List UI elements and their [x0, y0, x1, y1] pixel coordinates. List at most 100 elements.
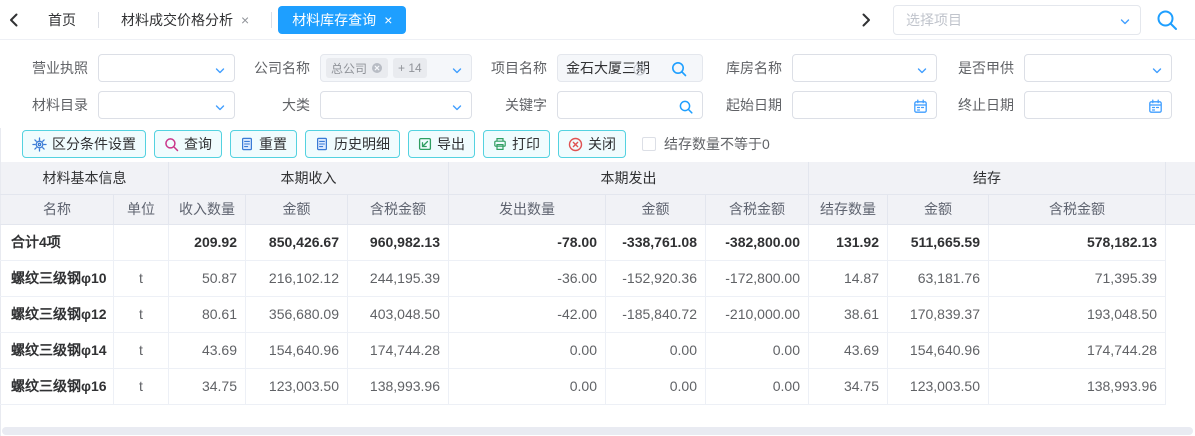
keyword-label: 关键字 [489, 95, 547, 115]
value-cell: 154,640.96 [246, 332, 348, 368]
value-cell: 38.61 [809, 296, 888, 332]
chevron-down-icon [916, 64, 928, 82]
close-button[interactable]: 关闭 [558, 130, 626, 158]
start-date-label: 起始日期 [724, 95, 782, 115]
value-cell: 71,395.39 [989, 260, 1166, 296]
tab-material-inventory-query-active[interactable]: 材料库存查询 × [278, 6, 406, 34]
warehouse-name-select[interactable] [792, 54, 937, 82]
tag-remove-icon[interactable] [371, 62, 383, 74]
tab-label: 首页 [48, 12, 76, 28]
filler-cell [1166, 368, 1195, 404]
column-header-balance-qty: 结存数量 [809, 194, 888, 224]
company-name-label: 公司名称 [252, 58, 310, 78]
value-cell: -185,840.72 [606, 296, 706, 332]
value-cell: t [114, 368, 169, 404]
reset-button[interactable]: 重置 [230, 130, 297, 158]
column-header-issue-qty: 发出数量 [449, 194, 606, 224]
company-name-multiselect[interactable]: 总公司 + 14 [320, 54, 472, 82]
business-license-select[interactable] [98, 54, 235, 82]
export-icon [418, 137, 432, 151]
value-cell: 0.00 [449, 332, 606, 368]
value-cell: -78.00 [449, 224, 606, 260]
tab-label: 材料成交价格分析 [121, 12, 233, 28]
history-detail-button[interactable]: 历史明细 [305, 130, 400, 158]
horizontal-scrollbar[interactable] [2, 427, 1193, 435]
filler-cell [1166, 162, 1195, 194]
material-name-cell: 螺纹三级钢φ14 [1, 332, 114, 368]
project-select[interactable]: 选择项目 [893, 5, 1141, 35]
search-icon [1155, 8, 1179, 32]
button-label: 重置 [259, 134, 287, 154]
value-cell: 123,003.50 [246, 368, 348, 404]
tabs-scroll-right-button[interactable] [853, 0, 879, 40]
button-label: 导出 [437, 134, 465, 154]
value-cell: 43.69 [809, 332, 888, 368]
button-label: 区分条件设置 [52, 134, 136, 154]
tab-material-price-analysis[interactable]: 材料成交价格分析 × [99, 0, 271, 40]
value-cell: 43.69 [169, 332, 246, 368]
value-cell: 50.87 [169, 260, 246, 296]
material-inventory-page: 首页 材料成交价格分析× 材料库存查询× 选择项目 营业执照 [0, 0, 1195, 436]
keyword-input[interactable] [557, 91, 703, 119]
tab-close-icon[interactable]: × [241, 12, 249, 28]
table-row[interactable]: 螺纹三级钢φ14t43.69154,640.96174,744.280.000.… [1, 332, 1195, 368]
column-header-unit: 单位 [114, 194, 169, 224]
value-cell: 511,665.59 [888, 224, 989, 260]
major-category-select[interactable] [320, 91, 472, 119]
value-cell: t [114, 332, 169, 368]
button-label: 查询 [184, 134, 212, 154]
material-name-cell: 螺纹三级钢φ10 [1, 260, 114, 296]
start-date-input[interactable] [792, 91, 937, 119]
value-cell: 0.00 [449, 368, 606, 404]
button-label: 关闭 [588, 134, 616, 154]
value-cell: 403,048.50 [348, 296, 449, 332]
end-date-input[interactable] [1024, 91, 1172, 119]
tabs-scroll-left-button[interactable] [0, 0, 26, 40]
button-label: 历史明细 [334, 134, 390, 154]
table-row[interactable]: 螺纹三级钢φ10t50.87216,102.12244,195.39-36.00… [1, 260, 1195, 296]
value-cell: 356,680.09 [246, 296, 348, 332]
table-row[interactable]: 螺纹三级钢φ12t80.61356,680.09403,048.50-42.00… [1, 296, 1195, 332]
search-icon [164, 137, 179, 152]
global-search-button[interactable] [1155, 8, 1179, 32]
column-header-name: 名称 [1, 194, 114, 224]
inventory-table: 材料基本信息 本期收入 本期发出 结存 名称 单位 收入数量 金额 含税金额 发… [0, 162, 1195, 405]
column-header-issue-amount: 金额 [606, 194, 706, 224]
value-cell: 80.61 [169, 296, 246, 332]
owner-supply-select[interactable] [1024, 54, 1172, 82]
material-catalog-select[interactable] [98, 91, 235, 119]
warehouse-name-label: 库房名称 [724, 58, 782, 78]
tab-label: 材料库存查询 [292, 12, 376, 28]
tab-home[interactable]: 首页 [26, 0, 98, 40]
export-button[interactable]: 导出 [408, 130, 475, 158]
checkbox-label: 结存数量不等于0 [664, 134, 770, 154]
value-cell: -152,920.36 [606, 260, 706, 296]
value-cell: 34.75 [169, 368, 246, 404]
project-name-label: 项目名称 [489, 58, 547, 78]
tab-close-icon[interactable]: × [384, 12, 392, 28]
value-cell: 960,982.13 [348, 224, 449, 260]
checkbox-icon[interactable] [642, 137, 656, 151]
filler-cell [1166, 296, 1195, 332]
filler-cell [1166, 194, 1195, 224]
project-name-field[interactable]: 金石大厦三期 [557, 54, 703, 82]
value-cell: 0.00 [606, 332, 706, 368]
project-search-icon[interactable] [670, 60, 688, 78]
table-row[interactable]: 合计4项209.92850,426.67960,982.13-78.00-338… [1, 224, 1195, 260]
balance-nonzero-checkbox[interactable]: 结存数量不等于0 [642, 134, 770, 154]
query-button[interactable]: 查询 [154, 130, 222, 158]
clear-icon[interactable] [633, 63, 646, 76]
value-cell: 170,839.37 [888, 296, 989, 332]
condition-settings-button[interactable]: 区分条件设置 [22, 130, 146, 158]
keyword-search-icon[interactable] [678, 99, 694, 120]
printer-icon [493, 137, 507, 151]
table-row[interactable]: 螺纹三级钢φ16t34.75123,003.50138,993.960.000.… [1, 368, 1195, 404]
value-cell: 174,744.28 [348, 332, 449, 368]
chevron-down-icon [214, 101, 226, 119]
calendar-icon [913, 99, 928, 119]
chevron-down-icon [214, 64, 226, 82]
print-button[interactable]: 打印 [483, 130, 550, 158]
value-cell: 244,195.39 [348, 260, 449, 296]
value-cell: 0.00 [606, 368, 706, 404]
chevron-right-icon [861, 12, 872, 28]
